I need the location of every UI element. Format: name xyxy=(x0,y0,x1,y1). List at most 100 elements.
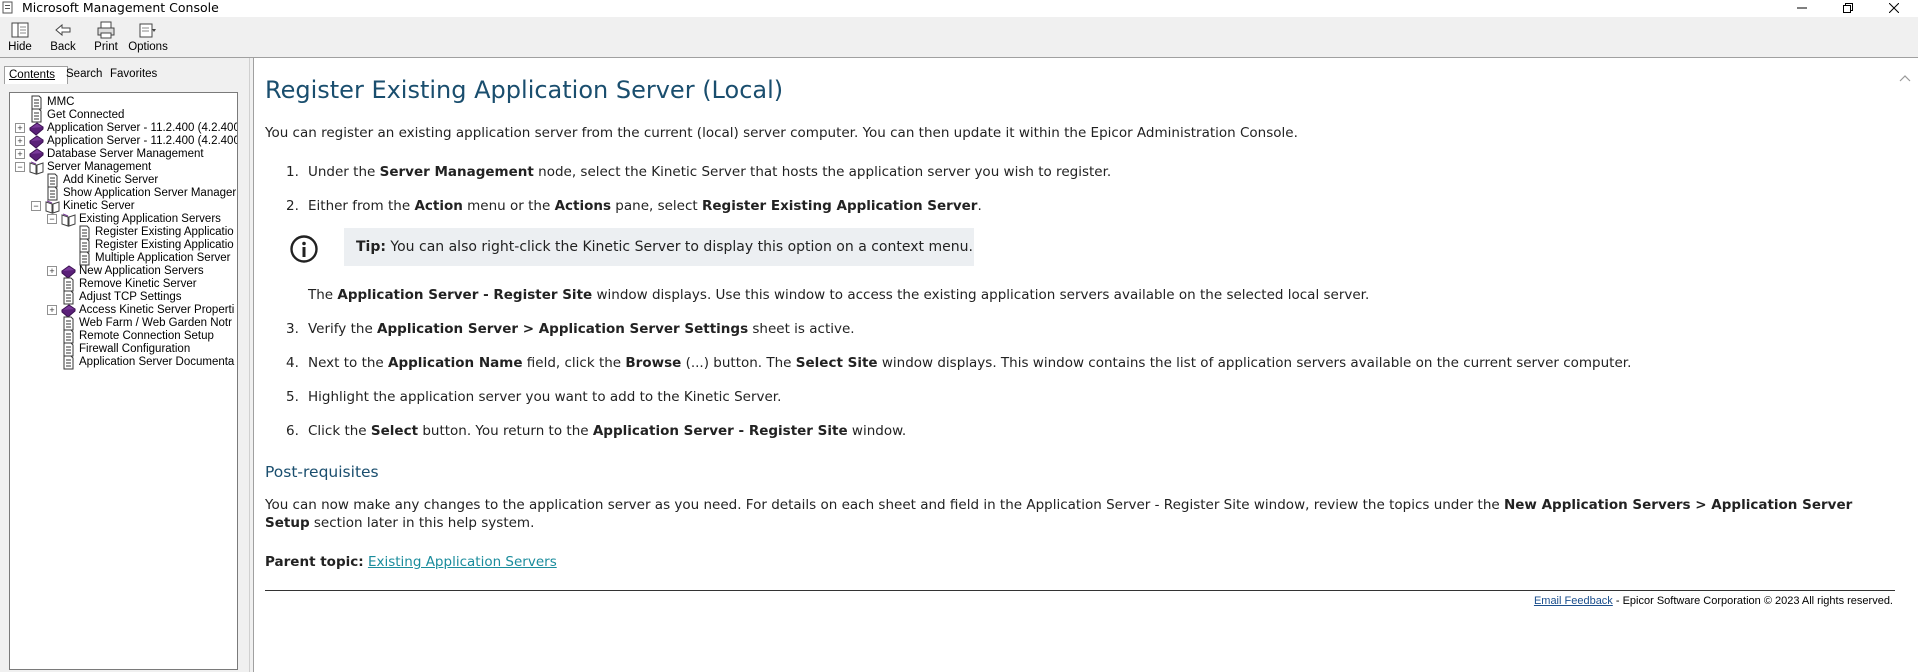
post-text: section later in this help system. xyxy=(309,515,535,531)
close-button[interactable] xyxy=(1874,0,1914,15)
info-icon xyxy=(290,235,318,263)
step-text: pane, select xyxy=(611,198,702,214)
mmc-app-icon xyxy=(2,1,13,14)
options-label: Options xyxy=(128,41,168,53)
footer-divider xyxy=(265,590,1895,591)
book-open-icon xyxy=(61,212,76,227)
tree-item-label: Application Server Documenta xyxy=(79,356,235,368)
tab-contents-label: Contents xyxy=(9,69,56,81)
tab-search[interactable]: Search xyxy=(62,66,106,82)
contents-tree[interactable]: MMC Get Connected + Application Server - 11… xyxy=(9,92,238,670)
step-text: field, click the xyxy=(522,355,626,371)
expand-icon[interactable]: + xyxy=(15,136,25,146)
hide-button[interactable]: Hide xyxy=(6,20,34,56)
tip-label: Tip: xyxy=(356,239,386,255)
step-number: 5. xyxy=(286,389,299,405)
step-4: 4. Next to the Application Name field, c… xyxy=(286,354,1631,372)
step-emphasis: Select xyxy=(370,423,419,439)
hide-label: Hide xyxy=(8,41,32,53)
minimize-button[interactable] xyxy=(1782,0,1822,15)
step-1: 1. Under the Server Management node, sel… xyxy=(286,163,1111,181)
step-text: window displays. Use this window to acce… xyxy=(592,287,1370,303)
step-number: 2. xyxy=(286,198,299,214)
step-text: sheet is active. xyxy=(748,321,855,337)
print-label: Print xyxy=(94,41,118,53)
step-emphasis: Register Existing Application Server xyxy=(702,198,978,214)
book-open-icon xyxy=(45,199,60,214)
step-emphasis: Application Server - Register Site xyxy=(592,423,848,439)
step-text: Under the xyxy=(308,164,380,180)
restore-button[interactable] xyxy=(1828,0,1868,15)
page-icon xyxy=(61,355,76,370)
window-title: Microsoft Management Console xyxy=(22,0,219,15)
copyright-text: - Epicor Software Corporation © 2023 All… xyxy=(1612,595,1893,607)
minimize-icon xyxy=(1797,7,1807,8)
email-feedback-link[interactable]: Email Feedback xyxy=(1534,595,1613,607)
step-number: 1. xyxy=(286,164,299,180)
step-2-result: The Application Server - Register Site w… xyxy=(308,286,1369,304)
post-requisites-paragraph: You can now make any changes to the appl… xyxy=(265,496,1890,532)
step-text: Highlight the application server you wan… xyxy=(308,389,782,405)
restore-icon xyxy=(1843,2,1853,13)
navigation-pane: Contents Search Favorites MMC Get Connect… xyxy=(0,58,249,672)
tree-item[interactable]: Application Server Documenta xyxy=(61,354,234,370)
tip-body: You can also right-click the Kinetic Ser… xyxy=(385,239,973,255)
step-number: 6. xyxy=(286,423,299,439)
step-text: button. You return to the xyxy=(418,423,593,439)
collapse-icon[interactable]: − xyxy=(31,201,41,211)
tip-callout: Tip: You can also right-click the Kineti… xyxy=(289,228,1001,266)
back-button[interactable]: Back xyxy=(48,20,78,56)
title-bar: Microsoft Management Console xyxy=(0,0,1918,17)
tab-contents[interactable]: Contents xyxy=(4,66,68,84)
step-emphasis: Select Site xyxy=(795,355,878,371)
expand-icon[interactable]: + xyxy=(47,305,57,315)
parent-topic-label: Parent topic: xyxy=(265,554,364,570)
back-arrow-icon xyxy=(55,23,71,37)
hide-pane-icon xyxy=(11,22,29,38)
options-icon xyxy=(139,23,156,38)
close-icon xyxy=(1889,2,1899,13)
step-emphasis: Actions xyxy=(554,198,612,214)
step-3: 3. Verify the Application Server > Appli… xyxy=(286,320,855,338)
parent-topic: Parent topic: Existing Application Serve… xyxy=(265,553,557,571)
step-6: 6. Click the Select button. You return t… xyxy=(286,422,906,440)
printer-icon xyxy=(97,21,115,39)
step-text: Verify the xyxy=(308,321,378,337)
tab-search-label: Search xyxy=(66,68,103,80)
parent-topic-link[interactable]: Existing Application Servers xyxy=(368,554,557,570)
print-button[interactable]: Print xyxy=(93,20,119,56)
help-toolbar: Hide Back Print Options xyxy=(0,17,1918,57)
step-emphasis: Application Server - Register Site xyxy=(337,287,593,303)
page-title: Register Existing Application Server (Lo… xyxy=(265,76,784,104)
step-number: 3. xyxy=(286,321,299,337)
step-text: node, select the Kinetic Server that hos… xyxy=(533,164,1112,180)
tab-favorites-label: Favorites xyxy=(110,68,158,80)
step-2: 2. Either from the Action menu or the Ac… xyxy=(286,197,982,215)
step-emphasis: Server Management xyxy=(379,164,534,180)
tip-text: Tip: You can also right-click the Kineti… xyxy=(356,238,973,256)
step-emphasis: Action xyxy=(414,198,463,214)
expand-icon[interactable]: + xyxy=(15,123,25,133)
topic-content: Register Existing Application Server (Lo… xyxy=(253,58,1918,672)
step-5: 5. Highlight the application server you … xyxy=(286,388,781,406)
scroll-up-icon[interactable] xyxy=(1899,74,1911,82)
collapse-icon[interactable]: − xyxy=(47,214,57,224)
options-button[interactable]: Options xyxy=(128,20,168,56)
expand-icon[interactable]: + xyxy=(47,266,57,276)
step-text: window. xyxy=(847,423,907,439)
step-text: The xyxy=(308,287,338,303)
step-text: menu or the xyxy=(462,198,555,214)
collapse-icon[interactable]: − xyxy=(15,162,25,172)
step-emphasis: Application Name xyxy=(388,355,523,371)
step-text: . xyxy=(977,198,982,214)
intro-paragraph: You can register an existing application… xyxy=(265,125,1298,141)
step-text: Either from the xyxy=(308,198,415,214)
step-text: Next to the xyxy=(308,355,389,371)
post-text: You can now make any changes to the appl… xyxy=(265,497,1504,513)
post-requisites-heading: Post-requisites xyxy=(265,463,379,481)
tab-favorites[interactable]: Favorites xyxy=(106,66,161,82)
step-emphasis: Browse xyxy=(625,355,682,371)
page-footer: Email Feedback - Epicor Software Corpora… xyxy=(1534,595,1893,607)
expand-icon[interactable]: + xyxy=(15,149,25,159)
step-text: Click the xyxy=(308,423,371,439)
